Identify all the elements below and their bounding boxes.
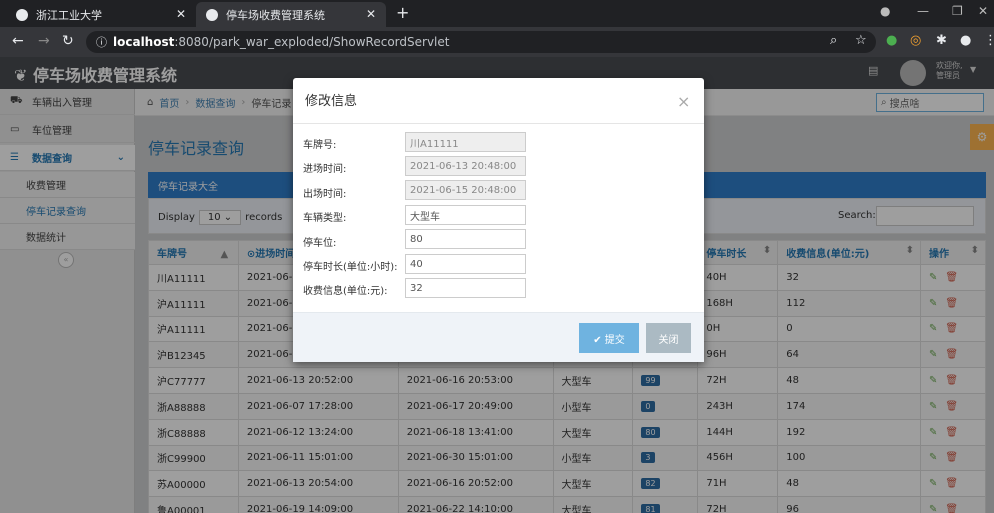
extension-icon[interactable]: ●: [886, 33, 897, 48]
extension-icon[interactable]: ◎: [910, 33, 921, 48]
duration-field[interactable]: 40: [405, 254, 526, 274]
submit-button[interactable]: ✔ 提交: [579, 323, 639, 353]
reload-icon[interactable]: ↻: [62, 33, 74, 49]
exit-time-field[interactable]: 2021-06-15 20:48:00: [405, 180, 526, 200]
vehicle-type-field[interactable]: 大型车: [405, 205, 526, 225]
info-icon: ⓘ: [96, 36, 107, 49]
back-icon[interactable]: ←: [12, 33, 24, 49]
modal-divider: [293, 123, 704, 124]
window-close-icon[interactable]: ✕: [978, 4, 988, 18]
new-tab-icon[interactable]: +: [396, 3, 409, 22]
fee-field[interactable]: 32: [405, 278, 526, 298]
bookmark-star-icon[interactable]: ☆: [855, 33, 867, 48]
browser-tab-1[interactable]: 浙江工业大学 ✕: [6, 2, 196, 27]
browser-tab-2[interactable]: 停车场收费管理系统 ✕: [196, 2, 386, 27]
duration-label: 停车时长(单位:小时):: [303, 262, 398, 273]
parking-spot-field[interactable]: 80: [405, 229, 526, 249]
close-tab-icon[interactable]: ✕: [366, 7, 376, 21]
close-button[interactable]: 关闭: [646, 323, 691, 353]
modal-title: 修改信息: [305, 94, 358, 109]
zoom-icon[interactable]: ⌕: [830, 33, 837, 48]
browser-tab-2-label: 停车场收费管理系统: [226, 8, 325, 22]
browser-tab-1-label: 浙江工业大学: [36, 8, 102, 22]
parking-spot-label: 停车位:: [303, 238, 337, 249]
url-path: :8080/park_war_exploded/ShowRecordServle…: [174, 35, 450, 49]
plate-label: 车牌号:: [303, 140, 337, 151]
address-bar[interactable]: ⓘ localhost :8080/park_war_exploded/Show…: [86, 31, 876, 53]
close-tab-icon[interactable]: ✕: [176, 7, 186, 21]
restore-icon[interactable]: ❐: [952, 4, 963, 18]
vehicle-type-label: 车辆类型:: [303, 213, 347, 224]
edit-record-modal: 修改信息 × 车牌号: 川A11111 进场时间: 2021-06-13 20:…: [293, 78, 704, 362]
modal-close-icon[interactable]: ×: [677, 92, 690, 111]
exit-time-label: 出场时间:: [303, 189, 347, 200]
menu-kebab-icon[interactable]: ⋮: [984, 33, 994, 48]
profile-menu-icon[interactable]: ●: [880, 4, 890, 18]
account-icon[interactable]: ●: [960, 33, 971, 48]
entry-time-label: 进场时间:: [303, 164, 347, 175]
url-host: localhost: [113, 35, 175, 49]
modal-footer: [293, 312, 704, 362]
fee-label: 收费信息(单位:元):: [303, 286, 388, 297]
extensions-puzzle-icon[interactable]: ✱: [936, 33, 947, 48]
globe-icon: [206, 8, 218, 21]
globe-icon: [16, 8, 28, 21]
entry-time-field[interactable]: 2021-06-13 20:48:00: [405, 156, 526, 176]
minimize-icon[interactable]: —: [917, 4, 929, 18]
forward-icon[interactable]: →: [38, 33, 50, 49]
plate-field[interactable]: 川A11111: [405, 132, 526, 152]
